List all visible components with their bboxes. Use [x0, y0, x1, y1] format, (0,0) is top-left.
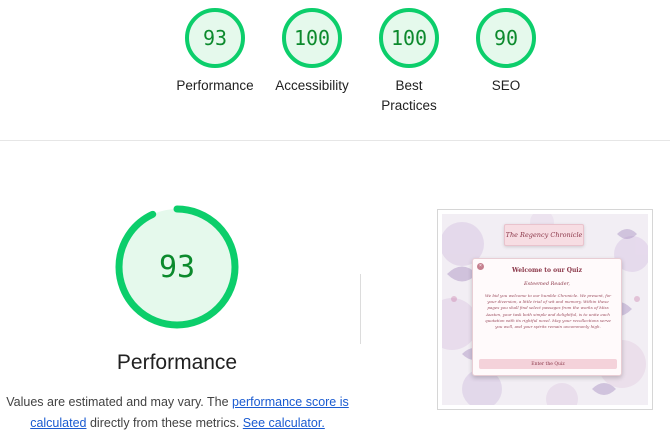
- performance-score: 93: [203, 26, 227, 50]
- final-screenshot-thumbnail[interactable]: The Regency Chronicle × Welcome to our Q…: [437, 209, 653, 410]
- performance-label: Performance: [176, 78, 254, 93]
- enter-quiz-button: Enter the Quiz: [479, 359, 617, 369]
- best-practices-label-line2: Practices: [381, 98, 437, 113]
- welcome-card-title: Welcome to our Quiz: [511, 267, 582, 274]
- metrics-note-middle: directly from these metrics.: [86, 416, 243, 430]
- gauge-best-practices[interactable]: 100 Best Practices: [359, 6, 459, 116]
- welcome-card: × Welcome to our Quiz Esteemed Reader, W…: [472, 258, 622, 376]
- gauge-seo[interactable]: 90 SEO: [456, 6, 556, 96]
- see-calculator-link[interactable]: See calculator.: [243, 416, 325, 430]
- best-practices-label-line1: Best: [395, 78, 423, 93]
- welcome-card-body: We bid you welcome to our humble Chronic…: [484, 293, 612, 330]
- gauge-accessibility[interactable]: 100 Accessibility: [262, 6, 362, 96]
- welcome-card-salutation: Esteemed Reader,: [524, 281, 570, 287]
- best-practices-label: Best Practices: [359, 76, 459, 116]
- seo-label: SEO: [491, 78, 521, 93]
- performance-gauge-ring: 93: [185, 8, 245, 68]
- gauge-performance[interactable]: 93 Performance: [165, 6, 265, 96]
- best-practices-gauge-ring: 100: [379, 8, 439, 68]
- accessibility-label: Accessibility: [275, 78, 349, 93]
- accessibility-score: 100: [294, 26, 330, 50]
- performance-main-label: Performance: [116, 351, 238, 374]
- seo-score: 90: [494, 26, 518, 50]
- performance-main-gauge: 93: [115, 205, 239, 329]
- best-practices-score: 100: [391, 26, 427, 50]
- vertical-divider: [360, 274, 361, 344]
- accessibility-gauge-ring: 100: [282, 8, 342, 68]
- thumbnail-page: The Regency Chronicle × Welcome to our Q…: [442, 214, 648, 405]
- seo-gauge-ring: 90: [476, 8, 536, 68]
- metrics-note-prefix: Values are estimated and may vary. The: [6, 395, 233, 409]
- metrics-note: Values are estimated and may vary. The p…: [0, 392, 355, 432]
- chronicle-title-pill: The Regency Chronicle: [504, 224, 584, 246]
- performance-main-score: 93: [159, 250, 195, 285]
- category-summary: 93 Performance 100 Accessibility 100 Bes…: [0, 0, 670, 141]
